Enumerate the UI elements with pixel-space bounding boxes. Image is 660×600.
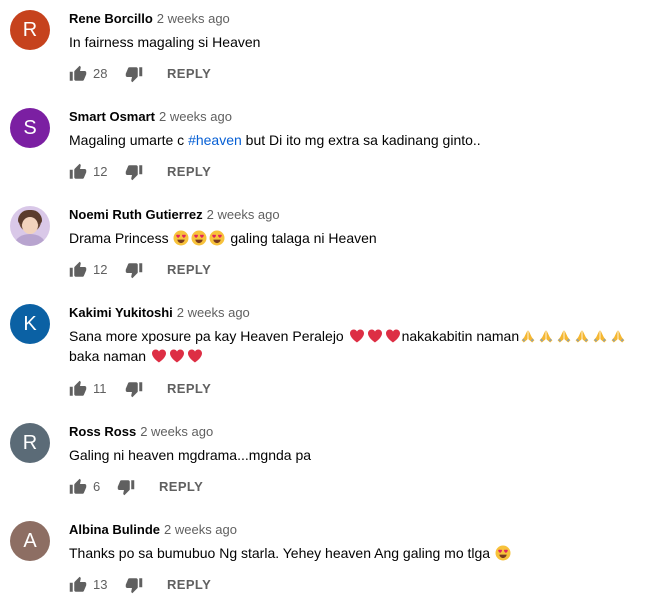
like-count: 28 <box>93 66 108 81</box>
folded-hands-emoji <box>593 330 607 343</box>
text-segment: but Di ito mg extra sa kadinang ginto.. <box>241 132 481 148</box>
comment-timestamp[interactable]: 2 weeks ago <box>157 11 230 26</box>
thumbs-down-icon[interactable] <box>125 576 143 594</box>
text-segment: Thanks po sa bumubuo Ng starla. Yehey he… <box>69 545 494 561</box>
comment-text: In fairness magaling si Heaven <box>69 32 659 52</box>
comment-text: Thanks po sa bumubuo Ng starla. Yehey he… <box>69 543 659 563</box>
author-name[interactable]: Rene Borcillo <box>69 11 153 26</box>
comment-text-line: Drama Princess galing talaga ni Heaven <box>69 228 659 248</box>
thumbs-down-icon[interactable] <box>125 380 143 398</box>
comment-text: Sana more xposure pa kay Heaven Peralejo… <box>69 326 659 366</box>
red-heart-emoji <box>187 349 202 363</box>
like-count: 12 <box>93 164 108 179</box>
like-count: 6 <box>93 479 101 494</box>
red-heart-emoji <box>349 329 364 343</box>
red-heart-emoji <box>151 349 166 363</box>
thumbs-down-icon[interactable] <box>125 163 143 181</box>
folded-hands-emoji <box>575 330 589 343</box>
heart-eyes-emoji <box>173 230 189 246</box>
reply-button[interactable]: REPLY <box>167 575 211 595</box>
reply-button[interactable]: REPLY <box>167 64 211 84</box>
heart-eyes-emoji <box>495 545 511 561</box>
thumbs-up-icon[interactable] <box>69 576 87 594</box>
avatar[interactable] <box>10 206 50 246</box>
avatar-photo-body <box>15 234 45 246</box>
thumbs-down-icon[interactable] <box>117 478 135 496</box>
reply-button[interactable]: REPLY <box>167 260 211 280</box>
thumbs-up-icon[interactable] <box>69 163 87 181</box>
avatar[interactable]: S <box>10 108 50 148</box>
folded-hands-emoji <box>521 330 535 343</box>
comment-text-line: baka naman <box>69 346 659 366</box>
author-name[interactable]: Kakimi Yukitoshi <box>69 305 173 320</box>
comment-header: Noemi Ruth Gutierrez 2 weeks ago <box>69 206 280 224</box>
comment-timestamp[interactable]: 2 weeks ago <box>140 424 213 439</box>
comment-timestamp[interactable]: 2 weeks ago <box>159 109 232 124</box>
comment-text: Magaling umarte c #heaven but Di ito mg … <box>69 130 659 150</box>
text-segment: galing talaga ni Heaven <box>226 230 377 246</box>
comment-text-line: Magaling umarte c #heaven but Di ito mg … <box>69 130 659 150</box>
avatar-photo-face <box>22 217 38 234</box>
thumbs-up-icon[interactable] <box>69 380 87 398</box>
hashtag-link[interactable]: #heaven <box>188 132 242 148</box>
reply-button[interactable]: REPLY <box>167 379 211 399</box>
comment-text-line: Thanks po sa bumubuo Ng starla. Yehey he… <box>69 543 659 563</box>
reply-button[interactable]: REPLY <box>159 477 203 497</box>
comment-text: Galing ni heaven mgdrama...mgnda pa <box>69 445 659 465</box>
avatar[interactable]: R <box>10 423 50 463</box>
red-heart-emoji <box>385 329 400 343</box>
author-name[interactable]: Ross Ross <box>69 424 136 439</box>
thumbs-down-icon[interactable] <box>125 65 143 83</box>
text-segment: nakakabitin naman <box>401 328 520 344</box>
like-count: 11 <box>93 381 107 396</box>
avatar[interactable]: K <box>10 304 50 344</box>
thumbs-down-icon[interactable] <box>125 261 143 279</box>
comment-header: Kakimi Yukitoshi 2 weeks ago <box>69 304 250 322</box>
text-segment: Magaling umarte c <box>69 132 189 148</box>
avatar[interactable]: R <box>10 10 50 50</box>
comment-header: Albina Bulinde 2 weeks ago <box>69 521 237 539</box>
comment-text: Drama Princess galing talaga ni Heaven <box>69 228 659 248</box>
comment-header: Rene Borcillo 2 weeks ago <box>69 10 230 28</box>
folded-hands-emoji <box>539 330 553 343</box>
comment-header: Smart Osmart 2 weeks ago <box>69 108 232 126</box>
thumbs-up-icon[interactable] <box>69 65 87 83</box>
comment-text-line: Galing ni heaven mgdrama...mgnda pa <box>69 447 312 463</box>
text-segment: baka naman <box>69 348 150 364</box>
comment-text-line: In fairness magaling si Heaven <box>69 34 261 50</box>
like-count: 12 <box>93 262 108 277</box>
comment-timestamp[interactable]: 2 weeks ago <box>164 522 237 537</box>
like-count: 13 <box>93 577 108 592</box>
comment-text-line: Sana more xposure pa kay Heaven Peralejo… <box>69 326 659 346</box>
red-heart-emoji <box>169 349 184 363</box>
comments-section: R Rene Borcillo 2 weeks ago In fairness m… <box>0 0 660 600</box>
reply-button[interactable]: REPLY <box>167 162 211 182</box>
heart-eyes-emoji <box>209 230 225 246</box>
thumbs-up-icon[interactable] <box>69 261 87 279</box>
heart-eyes-emoji <box>191 230 207 246</box>
red-heart-emoji <box>367 329 382 343</box>
comment-timestamp[interactable]: 2 weeks ago <box>177 305 250 320</box>
comment-header: Ross Ross 2 weeks ago <box>69 423 213 441</box>
text-segment: Sana more xposure pa kay Heaven Peralejo <box>69 328 348 344</box>
comment-timestamp[interactable]: 2 weeks ago <box>207 207 280 222</box>
text-segment: Drama Princess <box>69 230 173 246</box>
avatar[interactable]: A <box>10 521 50 561</box>
author-name[interactable]: Smart Osmart <box>69 109 155 124</box>
author-name[interactable]: Noemi Ruth Gutierrez <box>69 207 203 222</box>
folded-hands-emoji <box>557 330 571 343</box>
thumbs-up-icon[interactable] <box>69 478 87 496</box>
folded-hands-emoji <box>611 330 625 343</box>
author-name[interactable]: Albina Bulinde <box>69 522 160 537</box>
